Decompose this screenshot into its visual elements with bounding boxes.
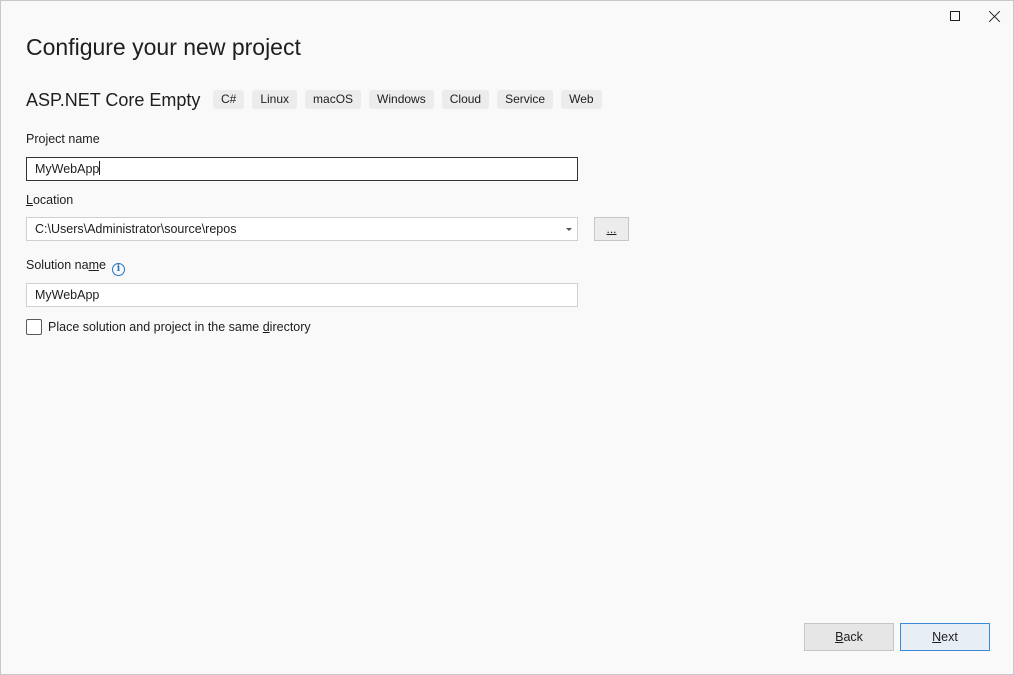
close-icon [989,10,1001,22]
maximize-icon [950,11,960,21]
tag-service: Service [497,90,554,109]
tag-cloud: Cloud [441,90,490,109]
close-button[interactable] [975,1,1014,31]
same-directory-option[interactable]: Place solution and project in the same d… [26,319,311,335]
same-directory-label-before: Place solution and project in the same [48,320,263,334]
tag-web: Web [561,90,602,109]
location-label-text: ocation [32,193,74,207]
location-value: C:\Users\Administrator\source\repos [35,222,237,236]
same-directory-checkbox[interactable] [26,319,42,335]
text-caret [99,161,101,175]
page-title: Configure your new project [26,34,301,60]
solution-name-value: MyWebApp [35,288,100,302]
dialog-window: Configure your new project ASP.NET Core … [0,0,1014,675]
tag-macos: macOS [305,90,362,109]
browse-button-label: ... [606,222,617,236]
solution-name-label: Solution name i [26,258,125,276]
dropdown-arrow-icon[interactable] [566,228,572,231]
maximize-button[interactable] [935,1,975,31]
browse-location-button[interactable]: ... [594,217,629,241]
next-button[interactable]: Next [900,623,990,651]
template-tags: C# Linux macOS Windows Cloud Service Web [213,90,602,109]
same-directory-label-mnemonic: d [262,320,270,334]
location-combobox[interactable]: C:\Users\Administrator\source\repos [26,217,578,241]
same-directory-label[interactable]: Place solution and project in the same d… [48,320,311,334]
location-label-mnemonic: L [26,193,33,207]
same-directory-label-after: irectory [269,320,311,334]
solution-name-label-before: Solution na [26,258,89,272]
solution-name-label-mnemonic: m [88,258,99,272]
back-button[interactable]: Back [804,623,894,651]
project-name-label: Project name [26,132,100,146]
solution-name-label-after: e [98,258,106,272]
solution-name-input[interactable]: MyWebApp [26,283,578,307]
project-name-value: MyWebApp [35,162,100,176]
project-name-input[interactable]: MyWebApp [26,157,578,181]
back-button-label: ack [843,630,863,644]
info-icon[interactable]: i [111,262,125,276]
tag-windows: Windows [369,90,434,109]
tag-csharp: C# [213,90,245,109]
next-button-mnemonic: N [932,630,942,644]
template-name: ASP.NET Core Empty [26,90,201,110]
location-label: Location [26,193,73,207]
next-button-label: ext [941,630,958,644]
tag-linux: Linux [252,90,298,109]
